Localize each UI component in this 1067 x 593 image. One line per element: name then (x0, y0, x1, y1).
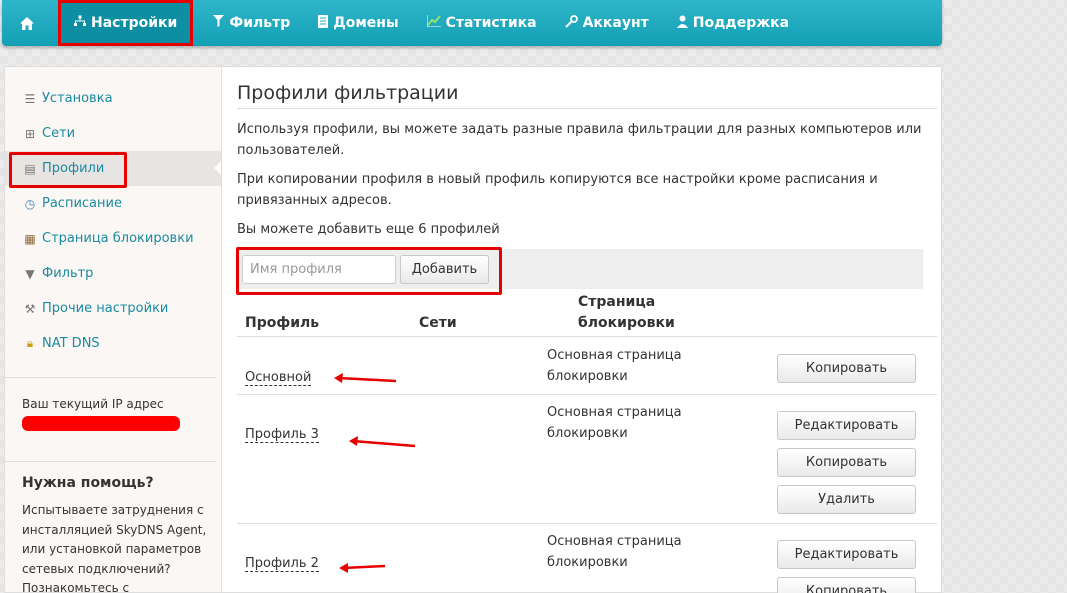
sidebar-item-schedule[interactable]: ◷ Расписание (5, 186, 221, 221)
network-icon: ⊞ (24, 126, 36, 141)
profile-link-main[interactable]: Основной (245, 370, 312, 386)
nav-settings[interactable]: Настройки (58, 0, 194, 46)
nav-settings-label: Настройки (91, 15, 178, 31)
help-text: Испытываете затруднения с инсталляцией S… (22, 503, 207, 593)
user-icon (676, 15, 688, 32)
wall-icon: ▦ (24, 231, 36, 246)
document-icon (318, 14, 329, 32)
nav-support[interactable]: Поддержка (663, 0, 803, 46)
nav-filter-label: Фильтр (229, 15, 291, 31)
row-block-page: Основная страница блокировки (547, 405, 682, 441)
sidebar-item-other-settings[interactable]: ⚒ Прочие настройки (5, 291, 221, 326)
sidebar-item-label: Расписание (42, 196, 122, 211)
main-panel: Профили фильтрации Используя профили, вы… (221, 66, 942, 593)
column-header-block-page: Страница блокировки (578, 294, 675, 331)
page-title: Профили фильтрации (237, 82, 459, 104)
header-divider (237, 336, 937, 337)
help-title: Нужна помощь? (22, 475, 154, 491)
copy-button[interactable]: Копировать (777, 577, 916, 593)
current-ip-label: Ваш текущий IP адрес (22, 397, 164, 411)
nav-account[interactable]: Аккаунт (551, 0, 663, 46)
home-button[interactable] (2, 0, 52, 46)
nav-domains-label: Домены (333, 15, 399, 31)
nav-account-label: Аккаунт (582, 15, 649, 31)
sidebar-item-label: NAT DNS (42, 336, 100, 351)
sidebar-item-filter[interactable]: ▼ Фильтр (5, 256, 221, 291)
ip-redaction (22, 416, 180, 431)
row-divider (237, 394, 937, 395)
sidebar-item-label: Фильтр (42, 266, 94, 281)
sidebar-item-networks[interactable]: ⊞ Сети (5, 116, 221, 151)
row-divider (237, 523, 937, 524)
sidebar-item-profiles[interactable]: ▤ Профили (5, 151, 222, 186)
sidebar-divider (5, 377, 216, 378)
title-divider (237, 108, 937, 109)
chart-icon (426, 15, 441, 31)
sidebar-item-install[interactable]: ☰ Установка (5, 81, 221, 116)
annotation-arrow (349, 436, 416, 448)
lock-icon: 🔒︎ (26, 336, 34, 350)
wrench-icon (564, 14, 578, 32)
funnel-icon: ▼ (25, 266, 35, 281)
edit-button[interactable]: Редактировать (777, 540, 916, 569)
sitemap-icon (74, 15, 86, 31)
copy-button[interactable]: Копировать (777, 448, 916, 477)
intro-text: Используя профили, вы можете задать разн… (237, 122, 922, 158)
clock-icon: ◷ (24, 196, 36, 211)
nav-statistics[interactable]: Статистика (413, 0, 551, 46)
sidebar-divider (5, 461, 216, 462)
nav-filter[interactable]: Фильтр (199, 0, 304, 46)
top-nav: Настройки Фильтр Домены Статистика Аккау… (2, 0, 942, 46)
sidebar-item-label: Прочие настройки (42, 301, 169, 316)
sidebar-item-label: Установка (42, 91, 113, 106)
sidebar-item-label: Профили (42, 161, 105, 176)
profile-link-3[interactable]: Профиль 3 (245, 427, 319, 443)
edit-button[interactable]: Редактировать (777, 411, 916, 440)
column-header-profile: Профиль (245, 315, 320, 331)
sidebar-item-label: Сети (42, 126, 76, 141)
copy-button[interactable]: Копировать (777, 354, 916, 383)
sidebar-item-nat-dns[interactable]: 🔒︎ NAT DNS (5, 326, 221, 361)
row-block-page: Основная страница блокировки (547, 348, 682, 384)
sidebar: ☰ Установка ⊞ Сети ▤ Профили ◷ Расписани… (4, 66, 222, 593)
nav-domains[interactable]: Домены (304, 0, 412, 46)
home-icon (19, 16, 35, 31)
copy-note-text: При копировании профиля в новый профиль … (237, 172, 878, 208)
add-profile-button[interactable]: Добавить (400, 255, 489, 284)
profile-icon: ▤ (24, 161, 36, 176)
wrench-icon: ⚒ (24, 301, 36, 316)
annotation-arrow (334, 373, 397, 383)
profile-name-input[interactable] (242, 255, 396, 284)
nav-statistics-label: Статистика (445, 15, 537, 31)
annotation-arrow (339, 563, 386, 573)
nav-support-label: Поддержка (692, 15, 790, 31)
column-header-networks: Сети (419, 315, 457, 331)
row-block-page: Основная страница блокировки (547, 534, 682, 570)
profiles-remaining-text: Вы можете добавить еще 6 профилей (237, 222, 500, 237)
sidebar-item-block-page[interactable]: ▦ Страница блокировки (5, 221, 221, 256)
profile-link-2[interactable]: Профиль 2 (245, 556, 319, 572)
list-icon: ☰ (24, 91, 36, 106)
delete-button[interactable]: Удалить (777, 485, 916, 514)
sidebar-item-label: Страница блокировки (42, 231, 194, 246)
funnel-icon (213, 15, 225, 31)
